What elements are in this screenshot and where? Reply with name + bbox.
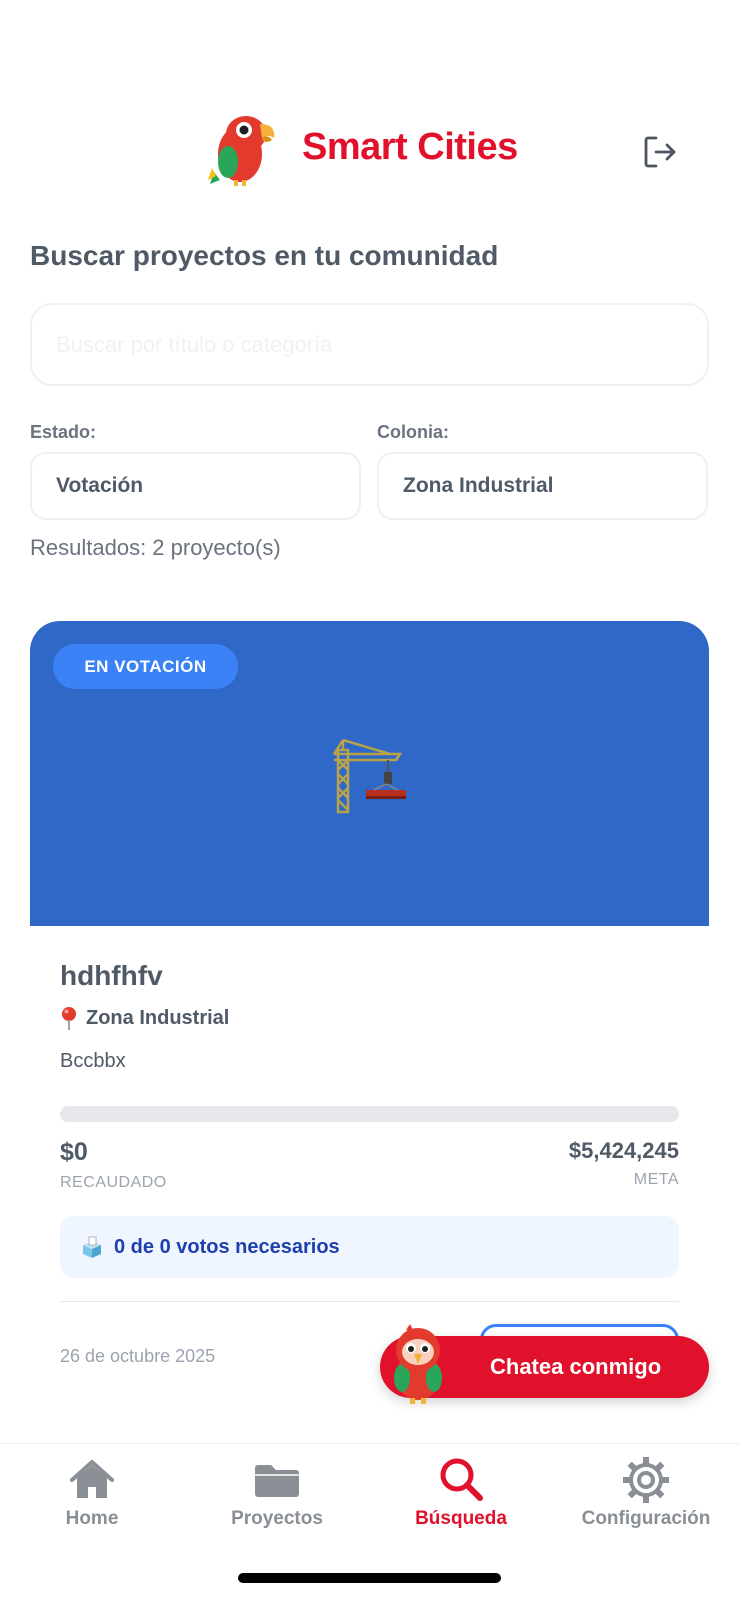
page-title: Buscar proyectos en tu comunidad bbox=[30, 240, 499, 271]
parrot-logo-icon bbox=[208, 116, 275, 186]
home-icon bbox=[70, 1460, 114, 1498]
colonia-select[interactable]: Zona Industrial bbox=[377, 452, 708, 520]
search-icon bbox=[440, 1458, 483, 1501]
funding-progress-bar bbox=[60, 1106, 679, 1122]
tab-configuracion[interactable]: Configuración bbox=[554, 1454, 738, 1530]
construction-crane-icon bbox=[332, 738, 406, 814]
tab-configuracion-label: Configuración bbox=[581, 1508, 711, 1529]
tab-busqueda[interactable]: Búsqueda bbox=[369, 1454, 553, 1530]
raised-label: RECAUDADO bbox=[60, 1174, 167, 1191]
location-pin-icon bbox=[62, 1007, 76, 1030]
project-title: hdhfhfv bbox=[60, 960, 163, 991]
project-location-text: Zona Industrial bbox=[86, 1006, 230, 1029]
logout-icon[interactable] bbox=[640, 132, 680, 172]
tab-proyectos-label: Proyectos bbox=[231, 1508, 323, 1529]
votes-text: 0 de 0 votos necesarios bbox=[114, 1235, 340, 1258]
folder-icon bbox=[255, 1465, 299, 1497]
goal-label: META bbox=[633, 1171, 679, 1188]
estado-value: Votación bbox=[56, 474, 144, 497]
search-input[interactable] bbox=[32, 305, 707, 384]
estado-select[interactable]: Votación bbox=[30, 452, 361, 520]
home-indicator bbox=[238, 1573, 501, 1583]
tab-home-label: Home bbox=[65, 1508, 119, 1529]
status-badge: EN VOTACIÓN bbox=[53, 644, 238, 689]
project-card-image[interactable]: EN VOTACIÓN bbox=[30, 621, 709, 926]
tab-proyectos[interactable]: Proyectos bbox=[185, 1454, 369, 1530]
app-title: Smart Cities bbox=[302, 126, 518, 168]
goal-amount: $5,424,245 bbox=[568, 1138, 679, 1163]
raised-amount: $0 bbox=[60, 1138, 88, 1166]
project-description: Bccbbx bbox=[60, 1050, 126, 1072]
ballot-box-icon bbox=[83, 1236, 101, 1258]
search-box[interactable] bbox=[30, 303, 709, 386]
votes-info: 0 de 0 votos necesarios bbox=[60, 1216, 679, 1278]
gear-icon bbox=[623, 1457, 669, 1503]
project-location: Zona Industrial bbox=[60, 1006, 229, 1030]
tab-home[interactable]: Home bbox=[0, 1454, 184, 1530]
colonia-label: Colonia: bbox=[377, 422, 449, 442]
parrot-mascot-icon[interactable] bbox=[380, 1322, 456, 1406]
project-date: 26 de octubre 2025 bbox=[60, 1346, 216, 1366]
estado-label: Estado: bbox=[30, 422, 97, 442]
tab-busqueda-label: Búsqueda bbox=[415, 1508, 507, 1529]
colonia-value: Zona Industrial bbox=[403, 474, 554, 497]
results-count: Resultados: 2 proyecto(s) bbox=[30, 535, 281, 560]
chat-button-label: Chatea conmigo bbox=[490, 1354, 662, 1379]
card-divider bbox=[60, 1301, 679, 1302]
